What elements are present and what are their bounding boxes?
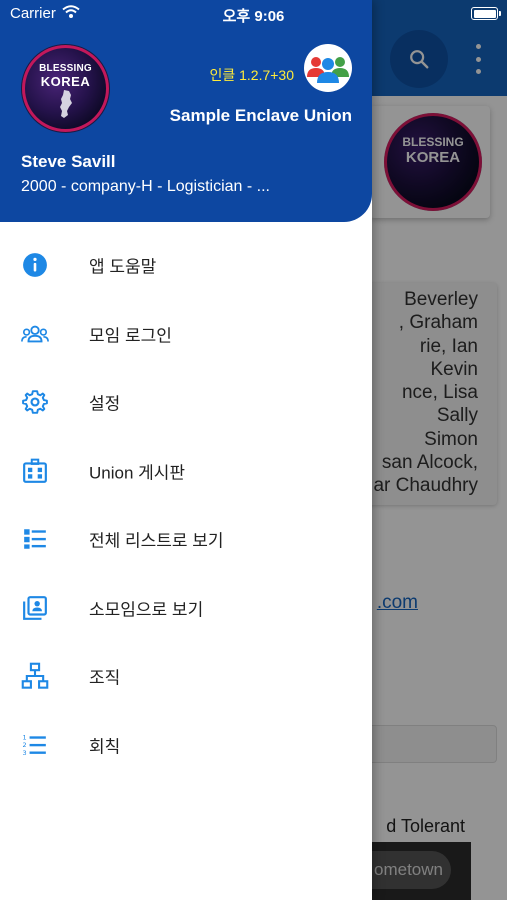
menu-item-app-help[interactable]: 앱 도움말 xyxy=(0,231,372,300)
svg-text:3: 3 xyxy=(23,749,27,757)
union-avatar[interactable] xyxy=(304,44,352,92)
menu-item-union-board[interactable]: Union 게시판 xyxy=(0,437,372,506)
group-users-icon xyxy=(307,57,349,83)
status-bar: Carrier 오후 9:06 xyxy=(0,0,507,28)
korea-map-icon xyxy=(60,90,72,118)
menu-item-label: 회칙 xyxy=(89,737,121,757)
status-time: 오후 9:06 xyxy=(222,8,285,25)
drawer-header: BLESSING KOREA 인클 1.2.7+30 Sample Enclav… xyxy=(0,0,372,222)
battery-icon xyxy=(471,7,501,20)
menu-item-label: 설정 xyxy=(89,394,121,414)
menu-item-label: 소모임으로 보기 xyxy=(89,600,204,620)
app-version: 인클 1.2.7+30 xyxy=(209,67,294,83)
gear-icon xyxy=(21,388,49,416)
list-view-icon xyxy=(21,525,49,553)
menu-item-group-login[interactable]: 모임 로그인 xyxy=(0,300,372,369)
user-detail: 2000 - company-H - Logistician - ... xyxy=(21,178,270,195)
group-icon xyxy=(21,320,49,348)
board-icon xyxy=(21,457,49,485)
menu-item-settings[interactable]: 설정 xyxy=(0,368,372,437)
navigation-drawer: BLESSING KOREA 인클 1.2.7+30 Sample Enclav… xyxy=(0,0,372,900)
user-name: Steve Savill xyxy=(21,152,116,171)
menu-item-label: 모임 로그인 xyxy=(89,326,172,346)
menu-item-organization[interactable]: 조직 xyxy=(0,642,372,711)
union-logo[interactable]: BLESSING KOREA xyxy=(22,45,109,132)
contact-book-icon xyxy=(21,594,49,622)
menu-item-small-groups[interactable]: 소모임으로 보기 xyxy=(0,574,372,643)
menu-item-label: 조직 xyxy=(89,668,121,688)
numbered-list-icon: 123 xyxy=(21,731,49,759)
org-chart-icon xyxy=(21,662,49,690)
menu-item-full-list[interactable]: 전체 리스트로 보기 xyxy=(0,505,372,574)
menu-item-label: Union 게시판 xyxy=(89,463,186,483)
menu-item-label: 앱 도움말 xyxy=(89,257,157,277)
info-icon xyxy=(21,251,49,279)
menu-item-label: 전체 리스트로 보기 xyxy=(89,531,224,551)
drawer-menu: 앱 도움말 모임 로그인 설정 Union 게시판 전체 리스트로 보기 소모임… xyxy=(0,231,372,779)
menu-item-bylaws[interactable]: 123 회칙 xyxy=(0,711,372,780)
union-name: Sample Enclave Union xyxy=(169,106,352,125)
